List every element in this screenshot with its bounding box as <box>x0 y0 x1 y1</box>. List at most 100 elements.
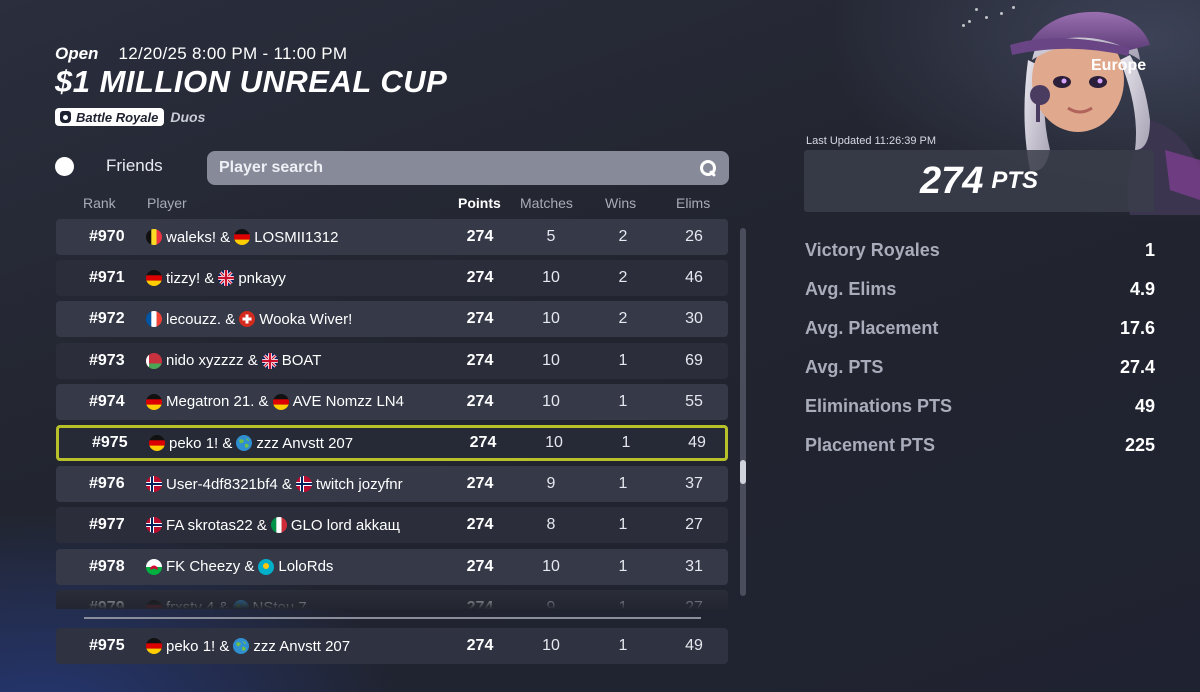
elims-cell: 55 <box>685 392 703 410</box>
elims-cell: 46 <box>685 269 703 287</box>
wins-cell: 1 <box>618 637 628 654</box>
player-name: GLO lord akkaщ <box>290 516 400 534</box>
player-name: peko 1! & <box>169 434 233 452</box>
scrollbar-thumb[interactable] <box>740 460 746 484</box>
stat-label: Eliminations PTS <box>805 396 953 416</box>
wins-cell: 1 <box>618 475 628 493</box>
elims-cell: 49 <box>685 637 703 654</box>
table-row[interactable]: #971 tizzy! & pnkayy 274 10 2 46 <box>56 260 728 297</box>
wins-cell: 1 <box>618 351 628 369</box>
flag-italy-icon <box>270 517 287 534</box>
stat-row: Placement PTS 225 <box>805 435 1155 456</box>
table-row-selected[interactable]: #975 peko 1! & zzz Anvstt 207 274 10 1 49 <box>56 425 728 461</box>
rank-cell: #974 <box>89 392 125 410</box>
event-title: $1 MILLION UNREAL CUP <box>55 64 448 99</box>
player-name: pnkayy <box>238 269 286 287</box>
matches-cell: 8 <box>546 516 556 534</box>
total-points-box: 274 PTS <box>804 150 1154 212</box>
rank-cell: #972 <box>89 310 125 328</box>
flag-france-icon <box>146 311 162 328</box>
money-bag-icon <box>60 111 71 123</box>
leaderboard-list[interactable]: #970 waleks! & LOSMII1312 274 5 2 26 #971 tizzy!… <box>56 219 728 609</box>
player-name: nido xyzzzz & <box>166 352 258 370</box>
mode-badge: Battle Royale <box>55 108 165 126</box>
table-row[interactable]: #976 User-4df8321bf4 & twitch jozyfnr 274 9 1… <box>56 466 728 503</box>
points-cell: 274 <box>466 310 494 328</box>
player-cell: Megatron 21. & AVE Nomzz LN4 <box>146 393 404 410</box>
stat-value: 17.6 <box>1119 318 1155 338</box>
player-name: User-4df8321bf4 & <box>166 475 292 493</box>
matches-cell: 10 <box>542 637 560 654</box>
table-row[interactable]: #977 FA skrotas22 & GLO lord akkaщ 274 8 1 27 <box>56 507 728 544</box>
friends-toggle[interactable]: Friends <box>55 156 163 176</box>
event-status: Open <box>55 44 99 63</box>
player-name: FA skrotas22 & <box>166 516 267 534</box>
rank-cell: #978 <box>89 557 125 575</box>
matches-cell: 10 <box>542 392 560 410</box>
stat-label: Placement PTS <box>805 435 936 455</box>
rank-cell: #975 <box>92 434 128 451</box>
wins-cell: 1 <box>618 557 628 575</box>
player-name: tizzy! & <box>166 269 215 287</box>
total-points-value: 274 <box>919 159 984 202</box>
player-name: BOAT <box>281 352 322 370</box>
my-team-row[interactable]: #975 peko 1! & zzz Anvstt 207 274 10 1 49 <box>56 628 728 664</box>
flag-uk-icon <box>261 352 278 369</box>
rank-cell: #970 <box>89 228 125 245</box>
last-updated: Last Updated 11:26:39 PM <box>806 135 937 147</box>
flag-norway-icon <box>146 517 162 534</box>
player-name: peko 1! & <box>166 637 230 655</box>
stat-label: Victory Royales <box>805 240 940 260</box>
matches-cell: 9 <box>546 475 556 493</box>
player-search-input[interactable]: Player search <box>207 151 729 185</box>
stat-value: 4.9 <box>1129 279 1155 299</box>
matches-cell: 10 <box>542 310 560 328</box>
table-row[interactable]: #974 Megatron 21. & AVE Nomzz LN4 274 10 1 55 <box>56 383 728 420</box>
table-row[interactable]: #978 FK Cheezy & LoloRds 274 10 1 31 <box>56 548 728 585</box>
flag-wales-icon <box>146 558 162 575</box>
player-cell: FA skrotas22 & GLO lord akkaщ <box>146 517 400 534</box>
table-row[interactable]: #972 lecouzz. & Wooka Wiver! 274 10 2 30 <box>56 301 728 338</box>
table-row[interactable]: #973 nido xyzzzz & BOAT 274 10 1 69 <box>56 342 728 379</box>
wins-cell: 1 <box>618 516 628 534</box>
matches-cell: 10 <box>542 557 560 575</box>
stat-row: Avg. Elims 4.9 <box>805 279 1155 300</box>
event-tags: Battle Royale Duos <box>55 108 205 126</box>
column-header-elims: Elims <box>676 195 711 211</box>
player-name: waleks! & <box>166 228 231 246</box>
matches-cell: 10 <box>545 434 563 451</box>
matches-cell: 5 <box>546 228 556 245</box>
wins-cell: 2 <box>618 228 628 245</box>
total-points-unit: PTS <box>991 167 1039 194</box>
points-cell: 274 <box>466 228 494 245</box>
flag-germany-icon <box>146 638 162 654</box>
divider <box>84 617 701 619</box>
points-cell: 274 <box>466 392 494 410</box>
wins-cell: 2 <box>618 310 628 328</box>
flag-germany-icon <box>272 393 289 410</box>
team-type-label: Duos <box>170 109 206 125</box>
player-cell: nido xyzzzz & BOAT <box>146 352 321 369</box>
points-cell: 274 <box>469 434 497 451</box>
player-name: zzz Anvstt 207 <box>256 434 354 452</box>
flag-switzerland-icon <box>239 311 256 328</box>
stat-value: 49 <box>1134 396 1155 416</box>
matches-cell: 10 <box>542 269 560 287</box>
column-header-player: Player <box>147 195 187 211</box>
points-cell: 274 <box>466 475 494 493</box>
event-header: Open 12/20/25 8:00 PM - 11:00 PM <box>55 44 347 64</box>
friends-radio[interactable] <box>55 156 74 176</box>
leaderboard-scrollbar[interactable] <box>740 228 746 596</box>
player-name: lecouzz. & <box>166 310 236 328</box>
wins-cell: 1 <box>621 434 631 451</box>
search-icon[interactable] <box>699 159 717 177</box>
wins-cell: 2 <box>618 269 628 287</box>
flag-norway-icon <box>146 476 162 493</box>
stat-value: 1 <box>1144 240 1155 260</box>
elims-cell: 69 <box>685 351 703 369</box>
flag-germany-icon <box>149 435 165 451</box>
friends-label: Friends <box>106 156 163 175</box>
points-cell: 274 <box>466 516 494 534</box>
rank-cell: #971 <box>89 269 125 287</box>
table-row[interactable]: #970 waleks! & LOSMII1312 274 5 2 26 <box>56 219 728 255</box>
